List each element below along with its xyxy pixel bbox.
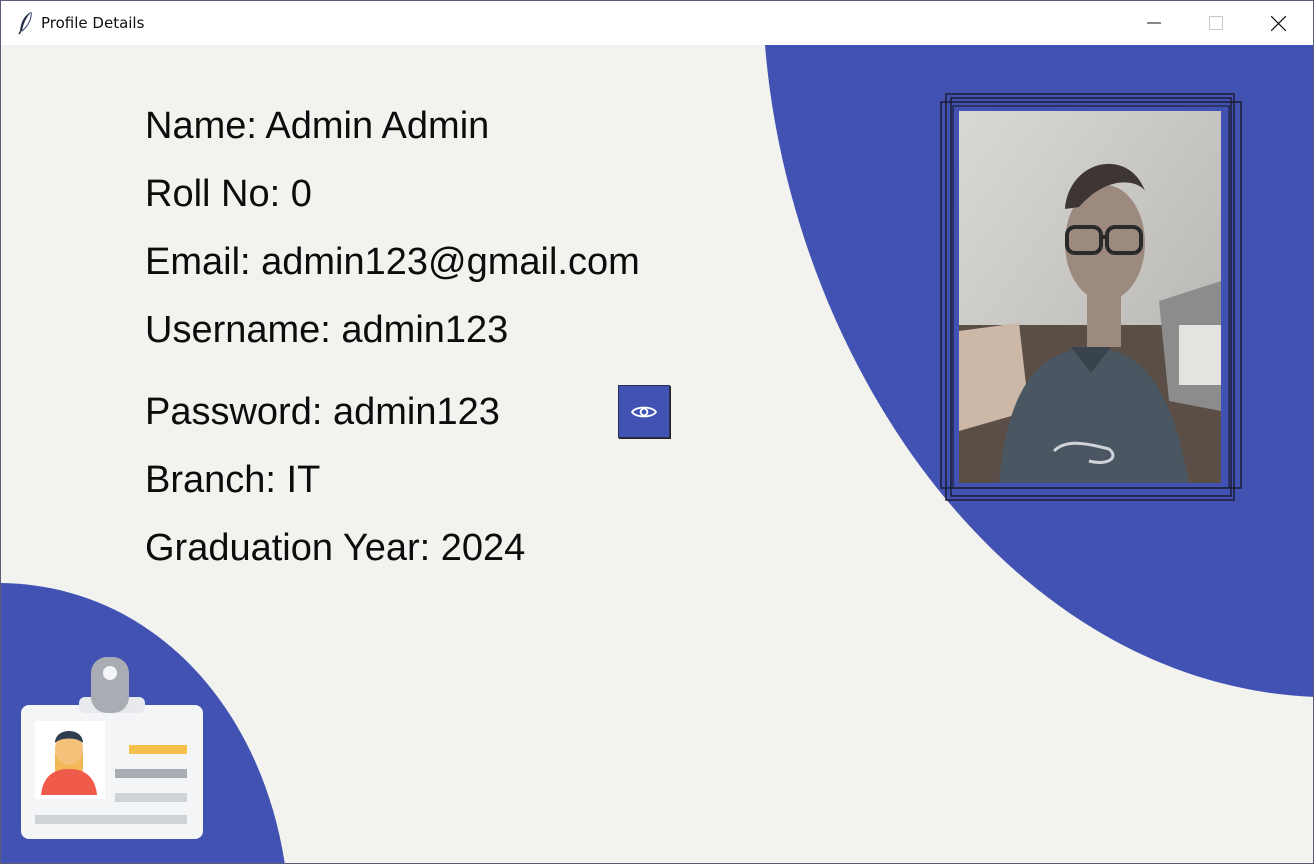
maximize-button[interactable] (1185, 1, 1247, 45)
profile-details-window: Profile Details Name: Admin Admin Roll N… (0, 0, 1314, 864)
id-card-icon (21, 657, 203, 839)
profile-photo (959, 111, 1221, 483)
person-photo-icon (959, 111, 1221, 483)
graduation-year-field: Graduation Year: 2024 (145, 527, 526, 569)
maximize-icon (1209, 16, 1223, 30)
branch-field: Branch: IT (145, 459, 321, 501)
content-area: Name: Admin Admin Roll No: 0 Email: admi… (1, 45, 1313, 863)
title-bar[interactable]: Profile Details (1, 1, 1313, 45)
username-field: Username: admin123 (145, 309, 509, 351)
show-password-button[interactable] (618, 385, 670, 438)
minimize-button[interactable] (1123, 1, 1185, 45)
eye-icon (631, 406, 657, 417)
name-field: Name: Admin Admin (145, 105, 490, 147)
password-field: Password: admin123 (145, 391, 500, 433)
roll-no-field: Roll No: 0 (145, 173, 312, 215)
feather-icon (18, 11, 32, 35)
window-title: Profile Details (41, 14, 145, 32)
minimize-icon (1147, 22, 1161, 24)
email-field: Email: admin123@gmail.com (145, 241, 640, 283)
close-button[interactable] (1247, 1, 1309, 45)
close-icon (1270, 15, 1286, 31)
